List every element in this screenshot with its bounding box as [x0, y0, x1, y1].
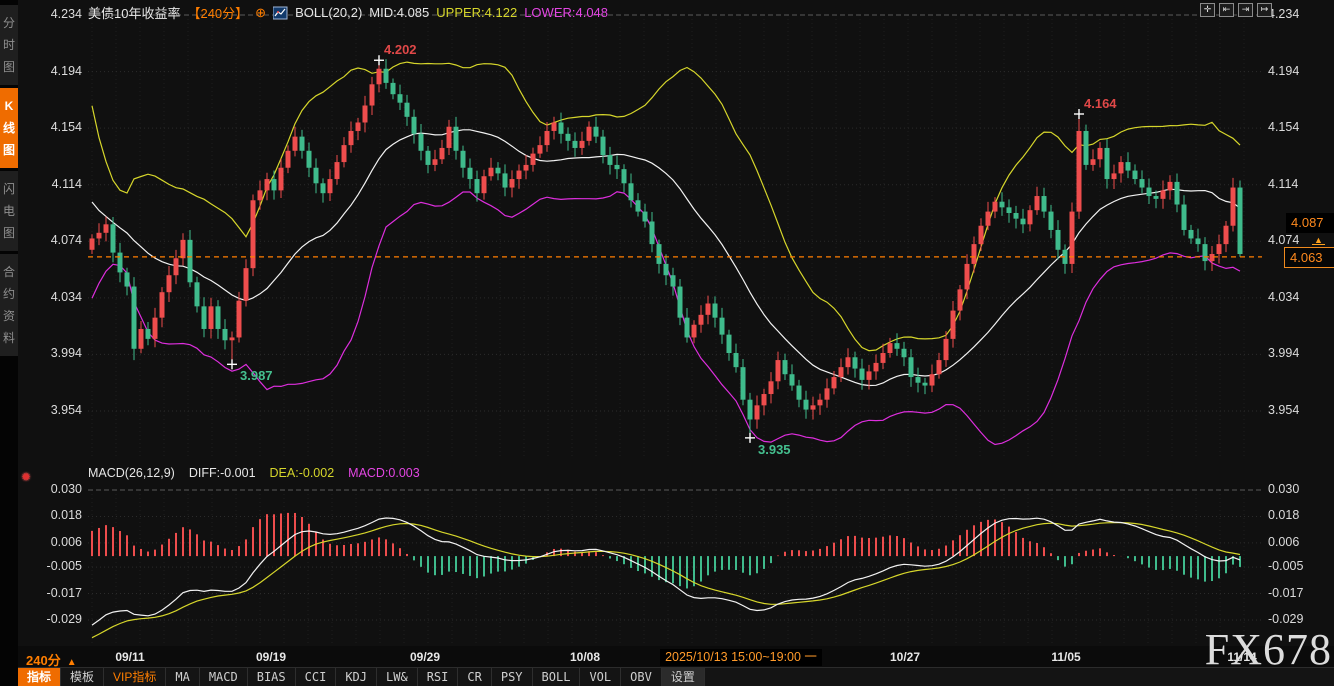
last-price-label: 4.087	[1286, 213, 1334, 233]
toolbar-item-BOLL[interactable]: BOLL	[533, 668, 581, 686]
date-label: 09/19	[256, 650, 286, 664]
price-tick-left: 4.194	[34, 64, 82, 78]
date-label: 09/11	[115, 650, 144, 664]
macd-tick-left: 0.018	[34, 508, 82, 522]
date-label: 10/08	[570, 650, 600, 664]
toolbar-item-BIAS[interactable]: BIAS	[248, 668, 296, 686]
alert-pin-icon[interactable]: ▲	[1312, 236, 1325, 245]
date-label: 11/05	[1051, 650, 1080, 664]
toolbar-item-指标[interactable]: 指标	[18, 668, 61, 686]
toolbar-item-KDJ[interactable]: KDJ	[336, 668, 377, 686]
annotation-low: 3.935	[758, 442, 791, 457]
macd-tick-right: -0.029	[1268, 612, 1303, 626]
toolbar-item-VIP指标[interactable]: VIP指标	[104, 668, 166, 686]
macd-tick-left: -0.005	[34, 559, 82, 573]
macd-label: MACD(26,12,9)	[88, 466, 175, 480]
toolbar-item-LW&[interactable]: LW&	[377, 668, 418, 686]
chart-canvas[interactable]	[0, 0, 1334, 686]
macd-tick-right: -0.017	[1268, 586, 1303, 600]
sidebar: 分时图 K线图闪电图合约资料	[0, 0, 18, 686]
macd-tick-left: 0.030	[34, 482, 82, 496]
selected-candle-tooltip: 2025/10/13 15:00~19:00 一	[660, 649, 822, 666]
toolbar-item-OBV[interactable]: OBV	[621, 668, 662, 686]
toolbar-item-VOL[interactable]: VOL	[580, 668, 621, 686]
macd-tick-right: 0.018	[1268, 508, 1299, 522]
price-tick-right: 4.034	[1268, 290, 1299, 304]
page-title: 美债10年收益率	[88, 3, 180, 22]
indicator-toolbar: 指标模板VIP指标MAMACDBIASCCIKDJLW&RSICRPSYBOLL…	[18, 667, 1334, 686]
date-label: 09/29	[410, 650, 440, 664]
toolbar-item-CCI[interactable]: CCI	[296, 668, 337, 686]
price-tick-right: 4.234	[1268, 7, 1299, 21]
price-tick-right: 4.114	[1268, 177, 1298, 191]
date-label: 10/27	[890, 650, 920, 664]
period-tag: 【240分】	[187, 3, 248, 22]
macd-tick-right: 0.006	[1268, 535, 1299, 549]
price-tick-left: 4.114	[34, 177, 82, 191]
price-tick-right: 4.154	[1268, 120, 1299, 134]
macd-diff-value: DIFF:-0.001	[189, 466, 256, 480]
price-tick-left: 3.994	[34, 346, 82, 360]
price-tick-right: 3.994	[1268, 346, 1299, 360]
sidebar-tab-闪电图[interactable]: 闪电图	[0, 171, 18, 251]
toolbar-item-MACD[interactable]: MACD	[200, 668, 248, 686]
alert-price-label[interactable]: 4.063	[1284, 247, 1334, 268]
price-tick-right: 3.954	[1268, 403, 1299, 417]
macd-tick-right: -0.005	[1268, 559, 1303, 573]
toolbar-item-RSI[interactable]: RSI	[418, 668, 459, 686]
macd-hist-value: MACD:0.003	[348, 466, 420, 480]
sidebar-tab-合约资料[interactable]: 合约资料	[0, 254, 18, 356]
boll-upper-value: UPPER:4.122	[436, 5, 517, 20]
window-icons: ✛ ⇤ ⇥ ↦	[1200, 3, 1272, 17]
period-dropdown-label: 240分	[26, 653, 61, 668]
boll-lower-value: LOWER:4.048	[524, 5, 608, 20]
annotation-high: 4.164	[1084, 96, 1117, 111]
fit-right-icon[interactable]: ⇥	[1238, 3, 1253, 17]
indicator-chart-icon	[273, 6, 288, 20]
macd-tick-right: 0.030	[1268, 482, 1299, 496]
price-tick-right: 4.194	[1268, 64, 1299, 78]
macd-header: MACD(26,12,9) DIFF:-0.001 DEA:-0.002 MAC…	[88, 466, 420, 480]
add-indicator-icon[interactable]: ⊕	[255, 5, 266, 21]
sidebar-tab-K线图[interactable]: K线图	[0, 88, 18, 168]
price-tick-left: 4.234	[34, 7, 82, 21]
crosshair-icon[interactable]: ✛	[1200, 3, 1215, 17]
fit-left-icon[interactable]: ⇤	[1219, 3, 1234, 17]
toolbar-item-模板[interactable]: 模板	[61, 668, 104, 686]
price-tick-left: 4.154	[34, 120, 82, 134]
watermark: FX678	[1205, 628, 1332, 672]
macd-dea-value: DEA:-0.002	[270, 466, 335, 480]
toolbar-item-CR[interactable]: CR	[458, 668, 491, 686]
sidebar-tab-分时图[interactable]: 分时图	[0, 5, 18, 85]
pan-right-icon[interactable]: ↦	[1257, 3, 1272, 17]
toolbar-item-PSY[interactable]: PSY	[492, 668, 533, 686]
price-tick-left: 4.074	[34, 233, 82, 247]
annotation-high: 4.202	[384, 42, 417, 57]
chart-app: 4.234 4.234 4.194 4.194 4.154 4.154 4.114 4.114…	[0, 0, 1334, 686]
toolbar-item-设置[interactable]: 设置	[662, 668, 705, 686]
macd-tick-left: -0.029	[34, 612, 82, 626]
price-tick-left: 4.034	[34, 290, 82, 304]
indicator-flag-icon: ✹	[21, 470, 31, 484]
price-tick-left: 3.954	[34, 403, 82, 417]
macd-tick-left: 0.006	[34, 535, 82, 549]
annotation-low: 3.987	[240, 368, 273, 383]
boll-label: BOLL(20,2)	[295, 5, 362, 20]
toolbar-item-MA[interactable]: MA	[166, 668, 199, 686]
price-tick-right: 4.074	[1268, 233, 1299, 247]
chart-header: 美债10年收益率 【240分】 ⊕ BOLL(20,2) MID:4.085 U…	[88, 3, 608, 22]
macd-tick-left: -0.017	[34, 586, 82, 600]
boll-mid-value: MID:4.085	[369, 5, 429, 20]
